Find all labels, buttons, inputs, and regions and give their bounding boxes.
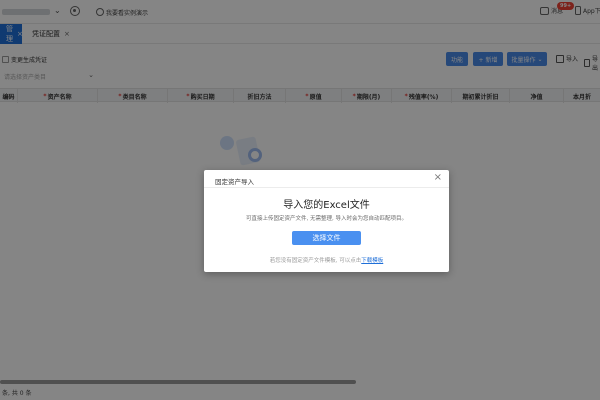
close-icon[interactable]: × xyxy=(434,172,442,183)
download-template-link[interactable]: 下载模板 xyxy=(361,258,383,264)
dialog-header: 固定资产导入 × xyxy=(204,170,449,188)
dialog-description: 可直接上传固定资产文件, 无需整理, 导入时会为您自动匹配项目。 xyxy=(246,216,407,222)
import-dialog: 固定资产导入 × 导入您的Excel文件 可直接上传固定资产文件, 无需整理, … xyxy=(204,170,449,272)
dialog-footer-text: 若您没有固定资产文件模板, 可以点击 xyxy=(269,258,362,264)
dialog-heading: 导入您的Excel文件 xyxy=(283,200,370,211)
dialog-footer: 若您没有固定资产文件模板, 可以点击下载模板 xyxy=(204,256,449,264)
dialog-title: 固定资产导入 xyxy=(215,178,254,186)
choose-file-button[interactable]: 选择文件 xyxy=(292,231,361,245)
